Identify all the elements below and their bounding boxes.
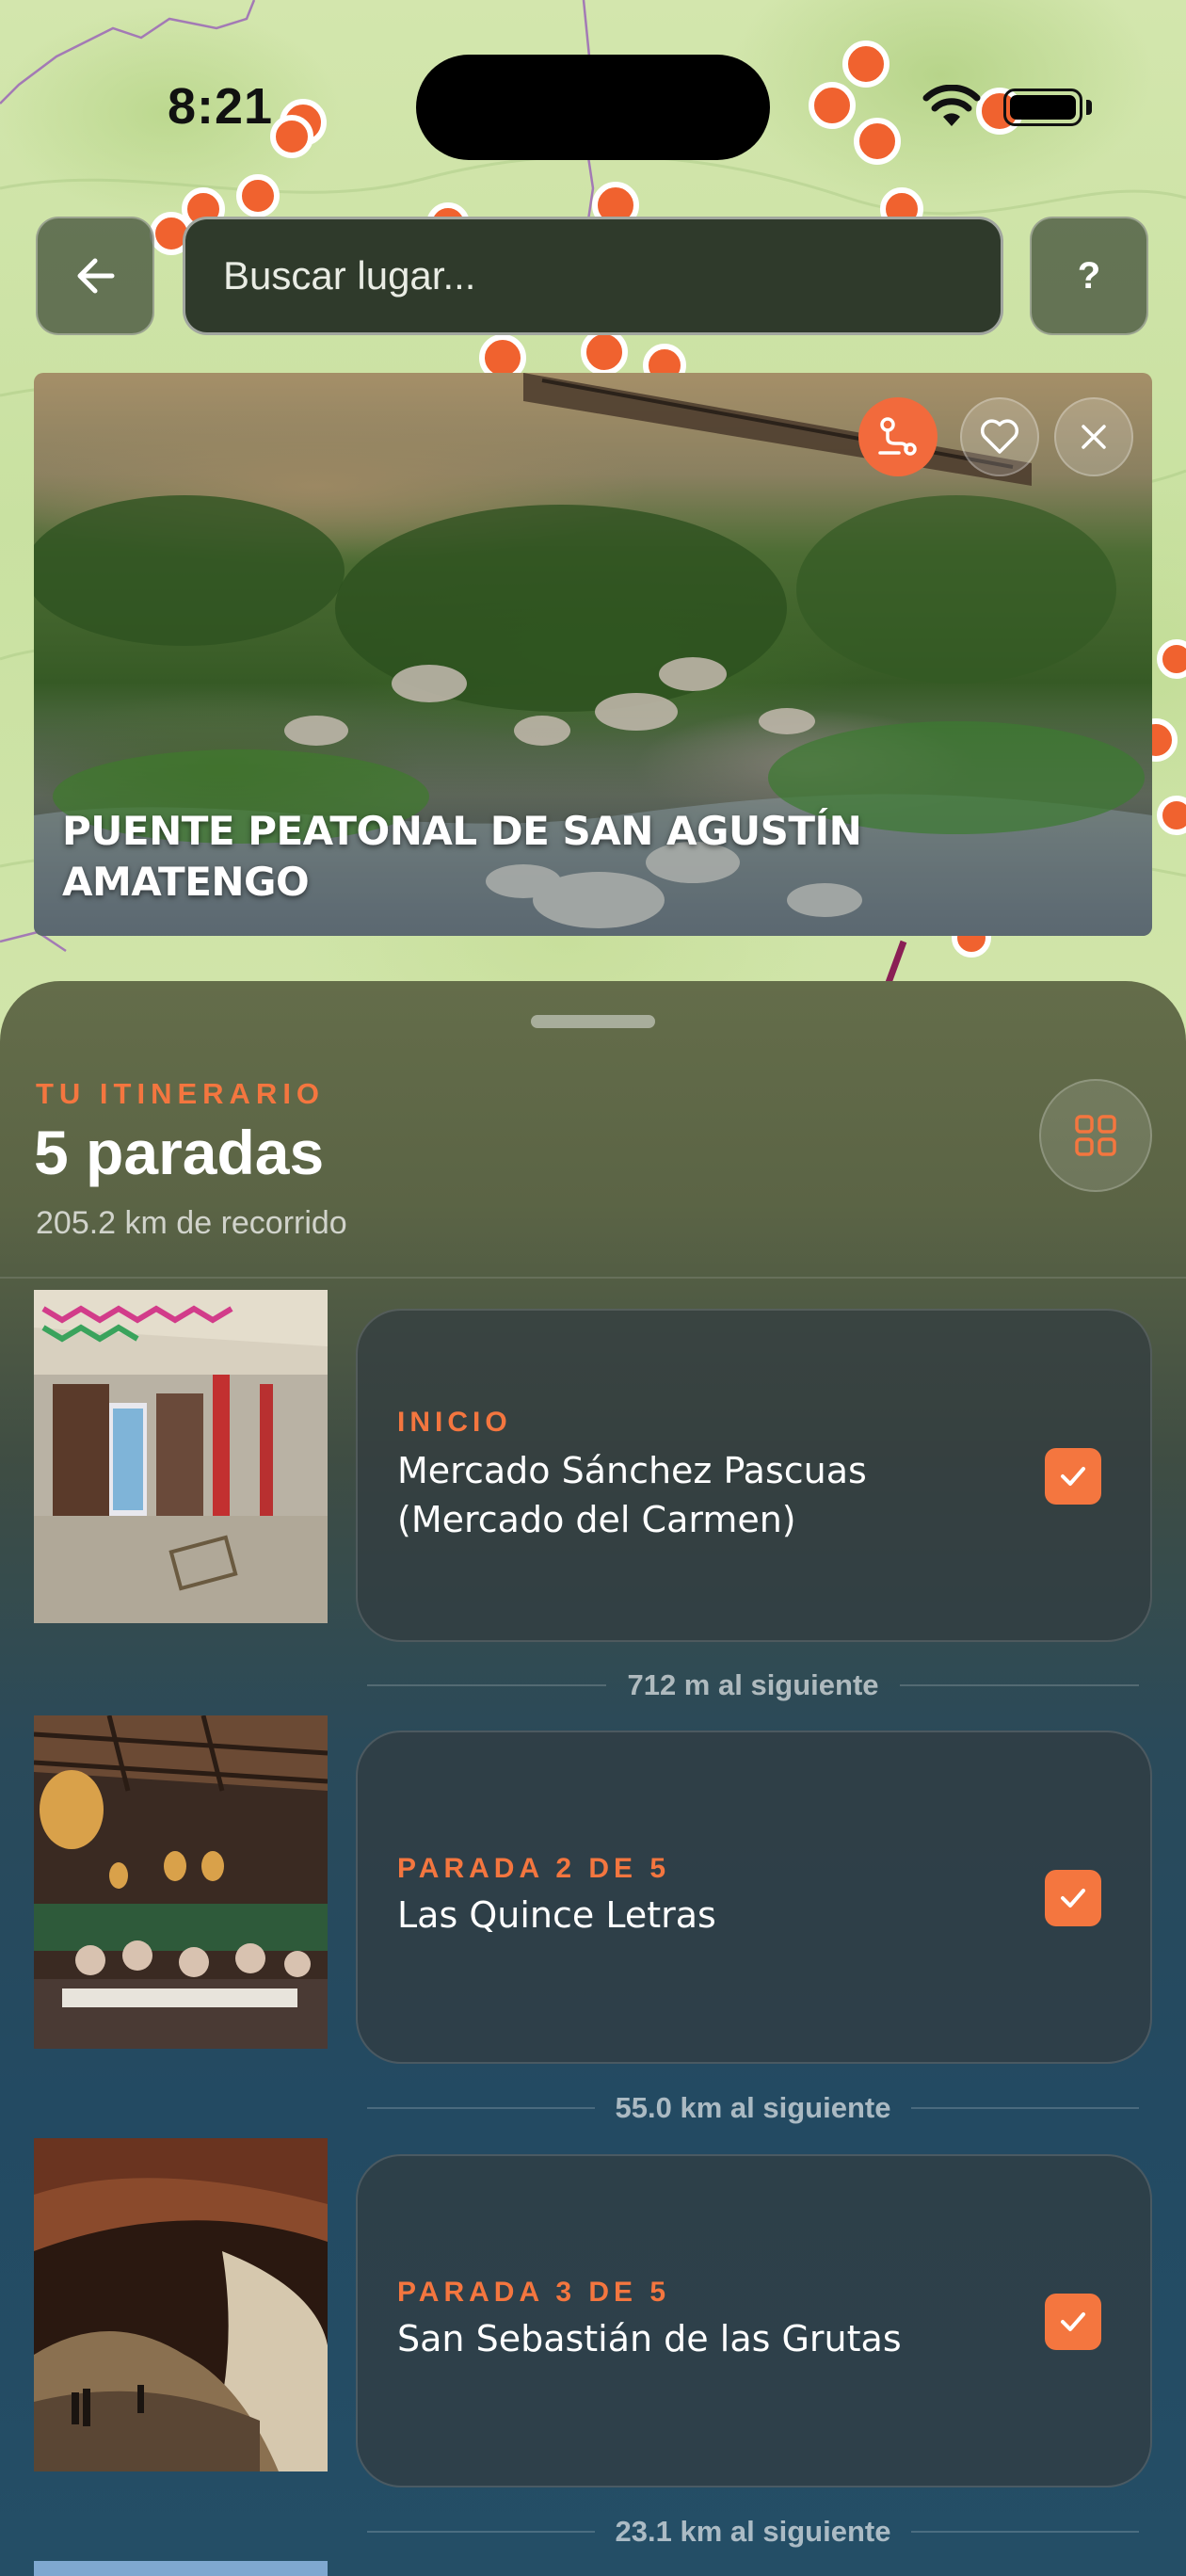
search-input[interactable] [221,252,978,299]
check-icon [1061,1889,1085,1908]
dynamic-island [416,55,770,160]
itinerary-eyebrow: TU ITINERARIO [36,1077,326,1110]
stop-photo-restaurant[interactable] [34,1715,328,2049]
stop-name: Mercado Sánchez Pascuas (Mercado del Car… [397,1450,867,1540]
heart-icon [980,419,1019,454]
distance-to-next: 712 m al siguiente [627,1668,879,1701]
close-icon [1082,425,1106,449]
help-button[interactable]: ? [1030,217,1148,335]
stop-card-2[interactable]: PARADA 2 DE 5 Las Quince Letras [356,1731,1152,2064]
stop-photo-market[interactable] [34,1290,328,1623]
sheet-divider [0,1277,1186,1279]
stop-name: Las Quince Letras [397,1894,716,1936]
itinerary-sheet: TU ITINERARIO 5 paradas 205.2 km de reco… [0,981,1186,2576]
search-bar[interactable] [183,217,1003,335]
add-to-route-button[interactable] [858,397,938,476]
battery-icon [1003,89,1082,126]
stop-checkbox[interactable] [1045,2294,1101,2350]
status-time: 8:21 [168,78,274,135]
wifi-icon [922,85,981,126]
stop-connector: 712 m al siguiente [367,1666,1139,1704]
stop-photo-next[interactable] [34,2561,328,2576]
check-icon [1061,2312,1085,2331]
stop-name: San Sebastián de las Grutas [397,2318,902,2359]
stop-checkbox[interactable] [1045,1870,1101,1926]
distance-to-next: 55.0 km al siguiente [615,2091,891,2124]
distance-to-next: 23.1 km al siguiente [615,2515,891,2548]
back-arrow-icon [77,258,115,294]
place-preview-card[interactable]: PUENTE PEATONAL DE SAN AGUSTÍN AMATENGO [34,373,1152,936]
place-title: PUENTE PEATONAL DE SAN AGUSTÍN AMATENGO [62,808,862,905]
sheet-grabber[interactable] [531,1015,655,1028]
stop-checkbox[interactable] [1045,1448,1101,1505]
stop-card-1[interactable]: INICIO Mercado Sánchez Pascuas (Mercado … [356,1309,1152,1642]
stop-connector: 23.1 km al siguiente [367,2513,1140,2551]
stop-label: PARADA 2 DE 5 [397,1853,671,1884]
favorite-button[interactable] [960,397,1039,476]
itinerary-distance: 205.2 km de recorrido [36,1205,347,1241]
stop-label: PARADA 3 DE 5 [397,2277,671,2308]
check-icon [1061,1467,1085,1486]
stop-card-3[interactable]: PARADA 3 DE 5 San Sebastián de las Gruta… [356,2154,1152,2487]
itinerary-title: 5 paradas [34,1118,325,1187]
stop-photo-caves[interactable] [34,2138,328,2471]
stop-connector: 55.0 km al siguiente [367,2089,1140,2127]
route-icon [878,417,917,456]
view-toggle-button[interactable] [1039,1079,1152,1192]
stop-label: INICIO [397,1407,512,1438]
close-card-button[interactable] [1054,397,1133,476]
grid-icon [1075,1115,1116,1156]
battery-tip [1086,100,1092,115]
back-button[interactable] [36,217,154,335]
